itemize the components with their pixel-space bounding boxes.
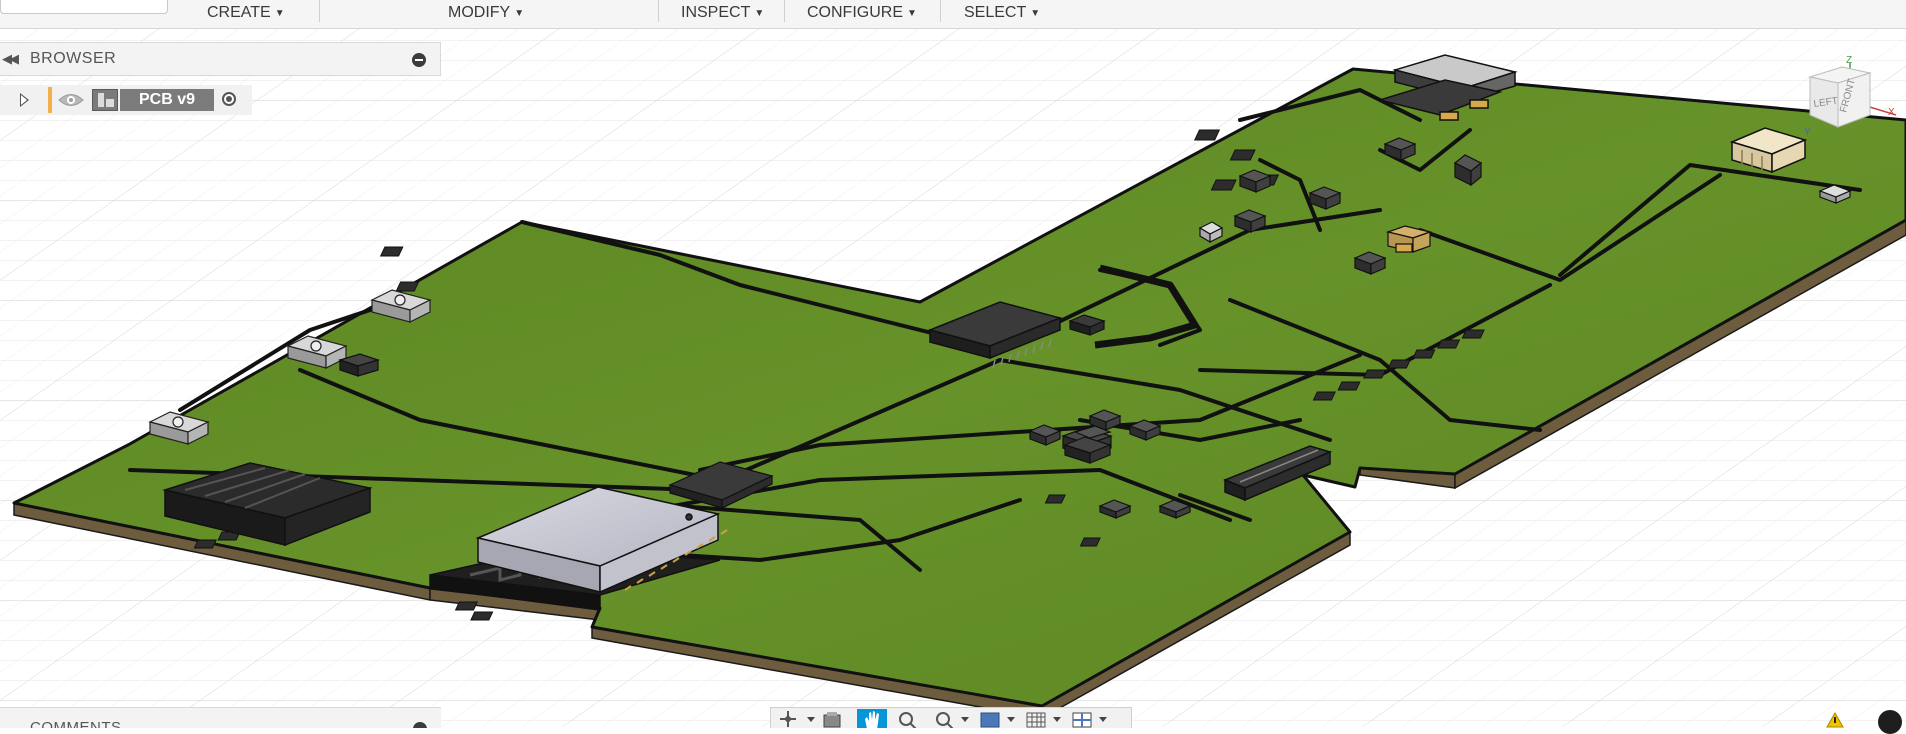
comments-panel-header: COMMENTS — [0, 707, 441, 728]
component-accent-bar — [48, 87, 52, 113]
toolbar-separator — [784, 0, 785, 22]
menu-inspect[interactable]: INSPECT ▼ — [681, 0, 764, 26]
hand-pan-icon[interactable] — [857, 709, 887, 728]
axis-z-label: Z — [1846, 55, 1852, 66]
display-settings-icon[interactable] — [977, 709, 1007, 728]
double-chevron-left-icon[interactable]: ◀◀ — [2, 51, 19, 67]
chevron-down-icon[interactable] — [1053, 717, 1061, 722]
panel-pin-icon[interactable] — [412, 53, 426, 67]
browser-tree-item[interactable]: PCB v9 — [0, 85, 252, 115]
design-viewport[interactable] — [0, 0, 1906, 727]
grid-settings-icon[interactable] — [1023, 709, 1053, 728]
panel-pin-icon[interactable] — [413, 722, 427, 728]
browser-title: BROWSER — [30, 50, 117, 67]
toolbar-separator — [319, 0, 320, 22]
menu-configure[interactable]: CONFIGURE ▼ — [807, 0, 917, 26]
toolbar-separator — [658, 0, 659, 22]
menu-inspect-label: INSPECT — [681, 4, 751, 21]
chevron-down-icon: ▼ — [274, 8, 285, 19]
toolbar-search-box[interactable] — [0, 0, 168, 14]
chevron-down-icon: ▼ — [514, 8, 525, 19]
look-at-icon[interactable] — [819, 709, 849, 728]
warning-icon[interactable] — [1826, 712, 1844, 728]
status-indicator-icon[interactable] — [1878, 710, 1902, 734]
navigation-bar — [770, 707, 1132, 728]
chevron-down-icon[interactable] — [1099, 717, 1107, 722]
viewports-icon[interactable] — [1069, 709, 1099, 728]
menu-modify-label: MODIFY — [448, 4, 511, 21]
axis-y-label: Y — [1804, 127, 1811, 138]
orbit-icon[interactable] — [775, 709, 805, 728]
zoom-window-icon[interactable] — [931, 709, 961, 728]
menu-select[interactable]: SELECT ▼ — [964, 0, 1040, 26]
menu-create[interactable]: CREATE ▼ — [207, 0, 285, 26]
chevron-down-icon: ▼ — [1030, 8, 1041, 19]
chevron-down-icon[interactable] — [1007, 717, 1015, 722]
menu-configure-label: CONFIGURE — [807, 4, 903, 21]
browser-tree-item-label[interactable]: PCB v9 — [120, 89, 214, 111]
menu-select-label: SELECT — [964, 4, 1027, 21]
axis-x-label: X — [1888, 107, 1895, 118]
component-icon — [92, 89, 118, 111]
eye-icon[interactable] — [58, 91, 84, 114]
chevron-down-icon: ▼ — [754, 8, 765, 19]
zoom-icon[interactable] — [895, 709, 925, 728]
toolbar-separator — [940, 0, 941, 22]
crystal — [1385, 225, 1433, 253]
browser-panel-header: ◀◀ BROWSER — [0, 42, 441, 76]
radio-activate-icon[interactable] — [222, 92, 236, 106]
main-toolbar: CREATE ▼ MODIFY ▼ INSPECT ▼ CONFIGURE ▼ SELE… — [0, 0, 1906, 29]
chevron-down-icon[interactable] — [961, 717, 969, 722]
chevron-down-icon: ▼ — [907, 8, 917, 19]
chevron-down-icon[interactable] — [807, 717, 815, 722]
expand-arrow-icon[interactable] — [20, 93, 29, 107]
menu-create-label: CREATE — [207, 4, 271, 21]
menu-modify[interactable]: MODIFY ▼ — [448, 0, 524, 26]
view-cube[interactable]: LEFT FRONT Z X Y — [1800, 55, 1900, 145]
